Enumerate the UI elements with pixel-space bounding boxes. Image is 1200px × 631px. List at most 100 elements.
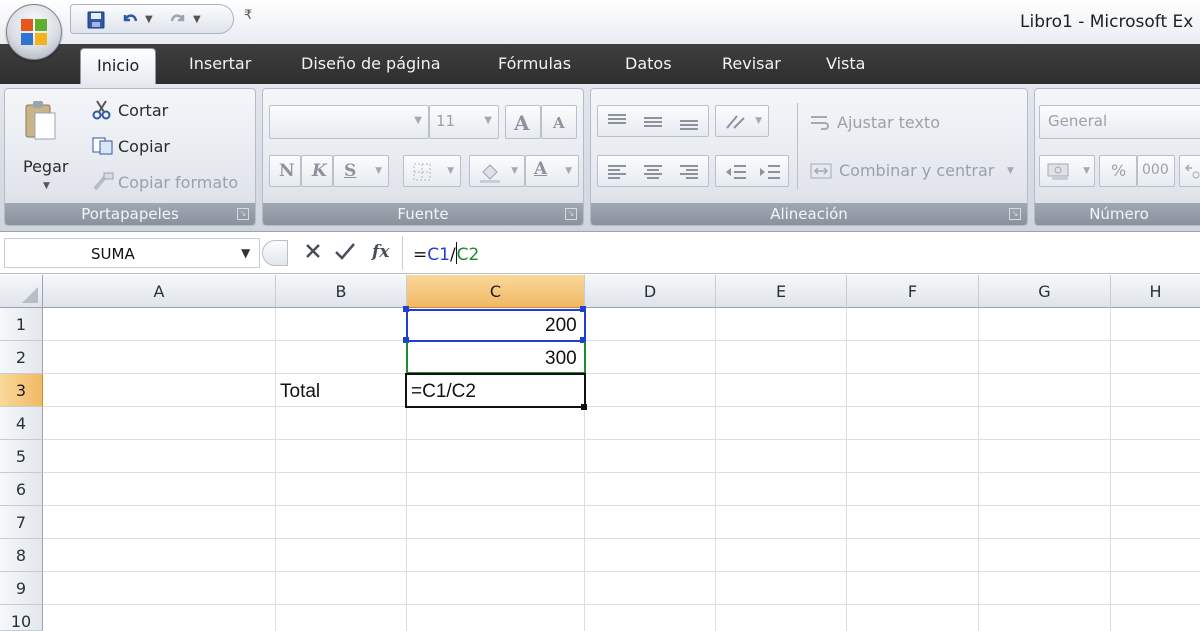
borders-button[interactable]: ▼ [403, 155, 461, 187]
orientation-button[interactable]: ▼ [715, 105, 769, 137]
column-header-b[interactable]: B [276, 275, 407, 308]
customize-toolbar-icon[interactable]: ₹ [244, 8, 252, 23]
save-icon[interactable] [85, 9, 107, 31]
row-header-1[interactable]: 1 [0, 308, 43, 341]
merge-center-button[interactable]: Combinar y centrar [839, 161, 994, 180]
fill-color-dropdown-icon[interactable]: ▼ [511, 166, 518, 176]
office-logo-icon [21, 19, 47, 45]
increase-indent-icon[interactable] [758, 162, 782, 186]
cell-b3[interactable]: Total [280, 381, 320, 403]
accounting-format-button[interactable]: ▼ [1039, 155, 1095, 187]
percent-style-button[interactable]: % [1099, 155, 1137, 187]
paste-dropdown-icon[interactable]: ▼ [43, 181, 50, 191]
underline-dropdown-icon[interactable]: ▼ [375, 166, 382, 176]
cell-c1[interactable]: 200 [545, 315, 577, 337]
underline-button[interactable]: S ▼ [333, 155, 389, 187]
italic-button[interactable]: K [301, 155, 333, 187]
tab-inicio[interactable]: Inicio [80, 48, 157, 84]
align-middle-icon[interactable] [642, 112, 664, 136]
column-header-h[interactable]: H [1111, 275, 1200, 308]
row-header-8[interactable]: 8 [0, 539, 43, 572]
formula-input[interactable]: =C1/C2 [402, 236, 1200, 270]
merge-center-icon[interactable] [809, 161, 833, 185]
borders-dropdown-icon[interactable]: ▼ [447, 166, 454, 176]
orientation-dropdown-icon[interactable]: ▼ [755, 116, 762, 126]
font-name-combo[interactable]: ▼ [269, 105, 429, 139]
row-header-6[interactable]: 6 [0, 473, 43, 506]
font-size-combo[interactable]: 11 ▼ [429, 105, 499, 139]
font-color-dropdown-icon[interactable]: ▼ [565, 166, 572, 176]
column-header-e[interactable]: E [716, 275, 847, 308]
tab-vista[interactable]: Vista [826, 54, 865, 73]
font-color-button[interactable]: A ▼ [525, 155, 579, 187]
bold-button[interactable]: N [269, 155, 301, 187]
align-left-icon[interactable] [606, 162, 628, 186]
shrink-font-button[interactable]: A [541, 105, 577, 139]
column-header-a[interactable]: A [43, 275, 276, 308]
increase-decimal-button[interactable] [1179, 155, 1200, 187]
redo-icon[interactable] [167, 9, 189, 31]
row-header-4[interactable]: 4 [0, 407, 43, 440]
clipboard-launcher-icon[interactable]: ↘ [237, 208, 249, 220]
cut-icon[interactable] [91, 99, 113, 125]
align-bottom-icon[interactable] [678, 112, 700, 136]
worksheet-grid[interactable]: A B C D E F G H 1 2 3 4 5 6 7 8 9 10 200… [0, 275, 1200, 631]
office-button[interactable] [6, 4, 62, 60]
column-header-d[interactable]: D [585, 275, 716, 308]
wrap-text-icon[interactable] [809, 113, 831, 137]
grow-font-button[interactable]: A [505, 105, 541, 139]
format-painter-button[interactable]: Copiar formato [118, 173, 238, 192]
tab-revisar[interactable]: Revisar [722, 54, 781, 73]
decrease-indent-icon[interactable] [724, 162, 748, 186]
formula-bar-grip-icon[interactable] [262, 240, 288, 266]
formula-buttons: fx [262, 236, 402, 270]
active-cell-c3[interactable]: =C1/C2 [405, 373, 586, 408]
alignment-launcher-icon[interactable]: ↘ [1009, 208, 1021, 220]
active-cell-editor[interactable]: =C1/C2 [411, 381, 476, 403]
range-handle[interactable] [403, 306, 409, 312]
column-header-g[interactable]: G [979, 275, 1111, 308]
paste-icon[interactable] [23, 99, 59, 147]
row-header-3[interactable]: 3 [0, 374, 43, 407]
row-header-9[interactable]: 9 [0, 572, 43, 605]
name-box[interactable]: SUMA ▼ [4, 238, 260, 268]
font-size-dropdown-icon[interactable]: ▼ [484, 115, 492, 126]
copy-icon[interactable] [91, 136, 115, 160]
align-center-icon[interactable] [642, 162, 664, 186]
range-handle[interactable] [580, 306, 586, 312]
format-painter-icon[interactable] [91, 171, 115, 197]
accounting-format-dropdown-icon[interactable]: ▼ [1083, 166, 1090, 176]
font-name-dropdown-icon[interactable]: ▼ [414, 115, 422, 126]
cancel-entry-icon[interactable] [304, 240, 322, 266]
align-top-icon[interactable] [606, 112, 628, 136]
row-header-5[interactable]: 5 [0, 440, 43, 473]
tab-insertar[interactable]: Insertar [189, 54, 251, 73]
row-header-2[interactable]: 2 [0, 341, 43, 374]
redo-dropdown-icon[interactable]: ▼ [193, 14, 201, 25]
paste-button[interactable]: Pegar [23, 157, 68, 176]
fill-color-button[interactable]: ▼ [469, 155, 525, 187]
merge-center-dropdown-icon[interactable]: ▼ [1007, 166, 1014, 176]
wrap-text-button[interactable]: Ajustar texto [837, 113, 940, 132]
undo-icon[interactable] [119, 9, 141, 31]
insert-function-icon[interactable]: fx [370, 239, 394, 269]
column-header-c[interactable]: C [407, 275, 585, 308]
undo-dropdown-icon[interactable]: ▼ [145, 14, 153, 25]
font-launcher-icon[interactable]: ↘ [565, 208, 577, 220]
cell-c2[interactable]: 300 [545, 348, 577, 370]
tab-datos[interactable]: Datos [625, 54, 672, 73]
cut-button[interactable]: Cortar [118, 101, 168, 120]
column-header-f[interactable]: F [847, 275, 979, 308]
row-header-7[interactable]: 7 [0, 506, 43, 539]
number-format-combo[interactable]: General [1039, 105, 1200, 139]
align-right-icon[interactable] [678, 162, 700, 186]
comma-style-button[interactable]: 000 [1137, 155, 1175, 187]
confirm-entry-icon[interactable] [334, 240, 356, 266]
fill-handle[interactable] [581, 404, 587, 410]
tab-diseno-de-pagina[interactable]: Diseño de página [301, 54, 441, 73]
name-box-dropdown-icon[interactable]: ▼ [241, 246, 250, 260]
copy-button[interactable]: Copiar [118, 137, 170, 156]
tab-formulas[interactable]: Fórmulas [498, 54, 571, 73]
select-all-button[interactable] [0, 275, 43, 308]
row-header-10[interactable]: 10 [0, 605, 43, 631]
